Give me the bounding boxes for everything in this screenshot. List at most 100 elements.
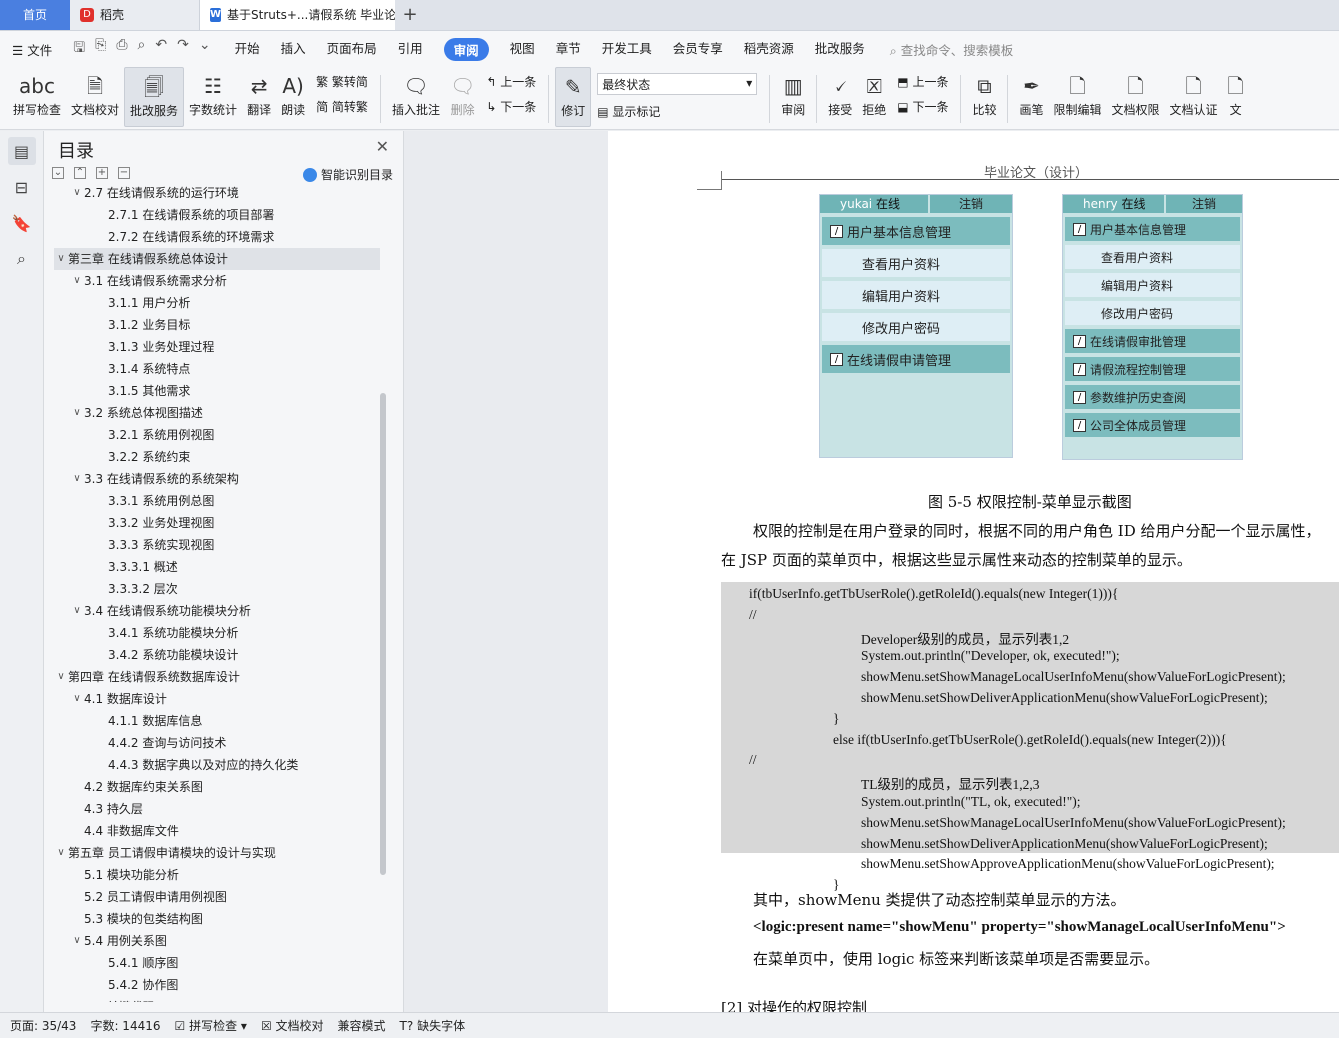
review-service-button[interactable]: 🗐 批改服务 [124, 67, 185, 127]
toc-item[interactable]: 5.3 模块的包类结构图 [54, 908, 380, 930]
accept-button[interactable]: 🗸 接受 [823, 67, 857, 127]
toc-item[interactable]: ∨ 4.1 数据库设计 [54, 688, 380, 710]
toc-item[interactable]: 3.3.1 系统用例总图 [54, 490, 380, 512]
toc-item[interactable]: 3.1.4 系统特点 [54, 358, 380, 380]
chevron-down-icon[interactable]: ∨ [70, 930, 84, 952]
menu-item-10[interactable]: 批改服务 [815, 38, 865, 61]
toc-item[interactable]: 3.1.2 业务目标 [54, 314, 380, 336]
chevron-down-icon[interactable]: ∨ [54, 666, 68, 688]
next-comment-button[interactable]: ↳ 下一条 [486, 98, 536, 115]
print-icon[interactable]: ⎙ [116, 37, 127, 61]
chevron-down-icon[interactable]: ∨ [70, 270, 84, 292]
toc-item[interactable]: 5.1 模块功能分析 [54, 864, 380, 886]
toc-item[interactable]: 3.1.3 业务处理过程 [54, 336, 380, 358]
chevron-down-icon[interactable]: ∨ [70, 468, 84, 490]
toc-item[interactable]: 4.1.1 数据库信息 [54, 710, 380, 732]
chevron-down-icon[interactable]: ∨ [54, 248, 68, 270]
tab-document[interactable]: W 基于Struts+...请假系统 毕业论 [200, 0, 395, 30]
redo-icon[interactable]: ↷ [177, 37, 189, 61]
toc-item[interactable]: 4.2 数据库约束关系图 [54, 776, 380, 798]
menu-item-4[interactable]: 审阅 [443, 37, 489, 61]
menu-item-2[interactable]: 页面布局 [327, 38, 377, 61]
toc-item[interactable]: 2.7.2 在线请假系统的环境需求 [54, 226, 380, 248]
toc-item[interactable]: 2.7.1 在线请假系统的项目部署 [54, 204, 380, 226]
toc-item[interactable]: 3.3.3.1 概述 [54, 556, 380, 578]
toc-item[interactable]: ∨ 3.3 在线请假系统的系统架构 [54, 468, 380, 490]
doc-permission-button[interactable]: 🗋 文档权限 [1107, 67, 1165, 127]
toc-panel-icon[interactable]: ▤ [7, 137, 36, 165]
missing-font-status[interactable]: T? 缺失字体 [400, 1017, 466, 1034]
page-count[interactable]: 页面: 35/43 [10, 1017, 76, 1034]
spell-check-status[interactable]: ☑ 拼写检查 ▾ [175, 1017, 247, 1034]
toc-item[interactable]: 3.1.5 其他需求 [54, 380, 380, 402]
doc-proof-status[interactable]: ☒ 文档校对 [261, 1017, 324, 1034]
command-search[interactable]: ⌕ 查找命令、搜索模板 [890, 40, 1014, 59]
toc-item[interactable]: 3.3.3 系统实现视图 [54, 534, 380, 556]
menu-item-0[interactable]: 开始 [235, 38, 260, 61]
toc-item[interactable]: ∨ 第四章 在线请假系统数据库设计 [54, 666, 380, 688]
toc-item[interactable]: 4.4 非数据库文件 [54, 820, 380, 842]
undo-icon[interactable]: ↶ [155, 37, 167, 61]
chevron-down-icon[interactable]: ∨ [70, 600, 84, 622]
trad-to-simp-button[interactable]: 繁 繁转简 [316, 73, 368, 90]
more-button[interactable]: 🗋 文 [1223, 67, 1249, 127]
close-icon[interactable]: ✕ [376, 137, 389, 156]
toc-item[interactable]: 3.3.3.2 层次 [54, 578, 380, 600]
restrict-edit-button[interactable]: 🗋 限制编辑 [1049, 67, 1107, 127]
bookmark-icon[interactable]: 🔖 [8, 209, 36, 237]
menu-item-9[interactable]: 稻壳资源 [744, 38, 794, 61]
toc-item[interactable]: ∨ 第五章 员工请假申请模块的设计与实现 [54, 842, 380, 864]
outline-icon[interactable]: ⊟ [8, 173, 36, 201]
pen-button[interactable]: ✒ 画笔 [1014, 67, 1048, 127]
toc-item[interactable]: 3.4.2 系统功能模块设计 [54, 644, 380, 666]
smart-toc-button[interactable]: 智能识别目录 [302, 166, 393, 183]
search-icon[interactable]: ⌕ [8, 245, 36, 273]
expand-all-icon[interactable]: ⌃ [74, 167, 86, 179]
more-icon[interactable]: ⌄ [199, 37, 211, 61]
prev-change-button[interactable]: ⬒ 上一条 [897, 73, 948, 90]
tab-daoke[interactable]: D 稻壳 [70, 0, 200, 30]
compare-button[interactable]: ⧉ 比较 [967, 67, 1001, 127]
doc-proof-button[interactable]: 🗎 文档校对 [66, 67, 124, 127]
menu-item-1[interactable]: 插入 [281, 38, 306, 61]
preview-icon[interactable]: ⌕ [138, 37, 146, 61]
next-change-button[interactable]: ⬓ 下一条 [897, 98, 948, 115]
toc-item[interactable]: 5.4.1 顺序图 [54, 952, 380, 974]
spell-check-button[interactable]: abc 拼写检查 [8, 67, 66, 127]
translate-button[interactable]: ⇄ 翻译 [242, 67, 276, 127]
export-icon[interactable]: ⎘ [95, 37, 106, 61]
toc-item[interactable]: 3.1.1 用户分析 [54, 292, 380, 314]
doc-cert-button[interactable]: 🗋 文档认证 [1165, 67, 1223, 127]
chevron-down-icon[interactable]: ∨ [70, 182, 84, 204]
track-changes-button[interactable]: ✎ 修订 [555, 67, 592, 127]
toc-item[interactable]: 3.2.2 系统约束 [54, 446, 380, 468]
markup-state-dropdown[interactable]: 最终状态 ▾ [597, 73, 758, 95]
menu-item-6[interactable]: 章节 [556, 38, 581, 61]
simp-to-trad-button[interactable]: 简 简转繁 [316, 98, 368, 115]
save-icon[interactable]: 🖫 [73, 37, 85, 61]
word-count[interactable]: 字数: 14416 [90, 1017, 160, 1034]
add-heading-icon[interactable]: + [96, 167, 108, 179]
reject-button[interactable]: 🗵 拒绝 [857, 67, 891, 127]
toc-item[interactable]: 3.4.1 系统功能模块分析 [54, 622, 380, 644]
toc-scrollbar[interactable] [380, 393, 386, 875]
menu-item-3[interactable]: 引用 [398, 38, 423, 61]
prev-comment-button[interactable]: ↰ 上一条 [486, 73, 536, 90]
review-pane-button[interactable]: ▥ 审阅 [776, 67, 810, 127]
chevron-down-icon[interactable]: ∨ [70, 402, 84, 424]
toc-item[interactable]: ∨ 3.4 在线请假系统功能模块分析 [54, 600, 380, 622]
toc-item[interactable]: ∨ 3.1 在线请假系统需求分析 [54, 270, 380, 292]
menu-item-7[interactable]: 开发工具 [602, 38, 652, 61]
menu-item-8[interactable]: 会员专享 [673, 38, 723, 61]
collapse-all-icon[interactable]: ⌄ [52, 167, 64, 179]
read-aloud-button[interactable]: A) 朗读 [276, 67, 310, 127]
new-tab-button[interactable]: + [395, 0, 425, 30]
show-marks-button[interactable]: ▤ 显示标记 [597, 103, 757, 120]
toc-item[interactable]: 4.3 持久层 [54, 798, 380, 820]
toc-item[interactable]: 4.4.2 查询与访问技术 [54, 732, 380, 754]
insert-comment-button[interactable]: 🗨 插入批注 [387, 67, 445, 127]
toc-item[interactable]: 5.4.2 协作图 [54, 974, 380, 996]
chevron-down-icon[interactable]: ∨ [70, 688, 84, 710]
menu-item-5[interactable]: 视图 [510, 38, 535, 61]
toc-item[interactable]: ∨ 3.2 系统总体视图描述 [54, 402, 380, 424]
